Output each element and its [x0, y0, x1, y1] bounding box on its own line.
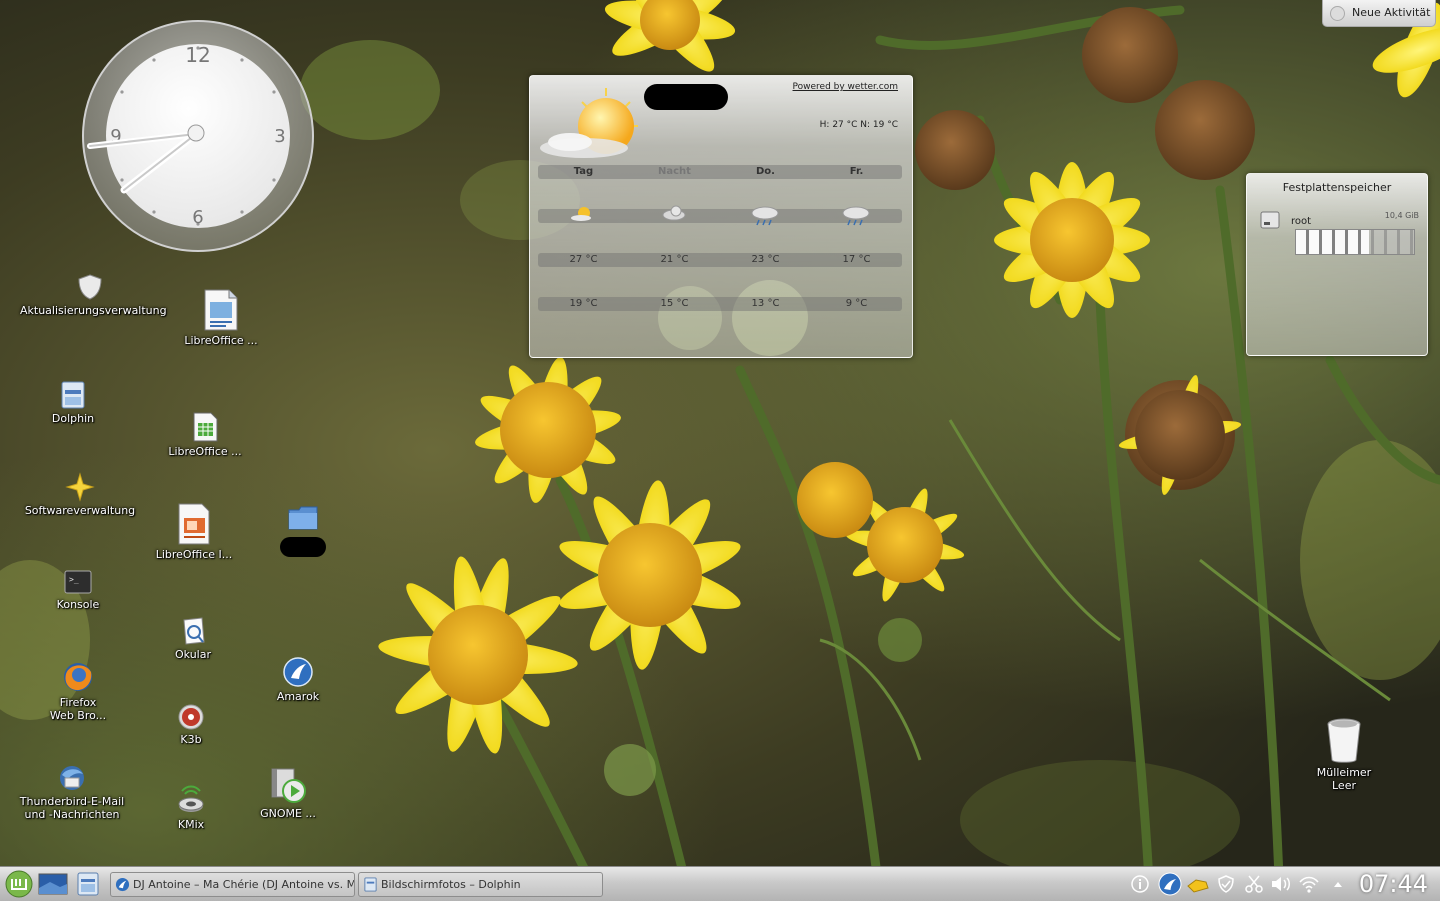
desktop-icon-label: LibreOffice ...	[168, 445, 242, 458]
desktop-icon-dolphin[interactable]: Dolphin	[3, 380, 143, 425]
drive-name: root	[1291, 216, 1312, 227]
desktop-icon-update-manager[interactable]: Aktualisierungsverwaltung	[20, 272, 167, 317]
today-high-low: H: 27 °C N: 19 °C	[819, 120, 898, 130]
desktop-icon-label: Amarok	[276, 690, 320, 703]
drive-size: 10,4 GiB	[1384, 211, 1419, 220]
new-activity-button[interactable]: Neue Aktivität	[1322, 0, 1436, 27]
file-manager-icon	[61, 381, 85, 409]
weather-icon-row	[538, 205, 902, 226]
speaker-icon	[178, 785, 204, 812]
desktop-icon-okular[interactable]: Okular	[123, 616, 263, 661]
desktop-icon-label: K3b	[180, 733, 202, 746]
hard-drive-icon	[1260, 211, 1280, 229]
disk-usage-bar	[1295, 229, 1415, 255]
clock-numeral-12: 12	[185, 43, 210, 67]
analog-clock-widget[interactable]: 12 3 6 9	[80, 18, 316, 254]
weather-widget[interactable]: Powered by wetter.com H: 27 °C N: 19 °C …	[529, 75, 913, 358]
sun-small-icon	[571, 207, 591, 221]
amarok-icon	[115, 877, 130, 892]
media-player-icon	[271, 768, 306, 803]
desktop-icon-konsole[interactable]: >_ Konsole	[8, 568, 148, 611]
weather-col-nacht: Nacht	[658, 166, 691, 177]
desktop-icon-label: Mülleimer Leer	[1316, 766, 1372, 792]
desktop-icon-libreoffice-writer[interactable]: LibreOffice ...	[151, 288, 291, 347]
folder-icon	[288, 506, 318, 530]
new-activity-label: Neue Aktivität	[1352, 6, 1431, 19]
desktop-icon-label: LibreOffice ...	[184, 334, 258, 347]
disk-space-widget[interactable]: Festplattenspeicher root 10,4 GiB	[1246, 173, 1428, 356]
desktop-icon-amarok[interactable]: Amarok	[228, 656, 368, 703]
rain-cloud-icon	[751, 206, 779, 226]
wifi-icon[interactable]	[1298, 874, 1320, 894]
desktop-icon-label: Aktualisierungsverwaltung	[20, 304, 167, 317]
rain-cloud-icon	[842, 206, 870, 226]
digital-clock[interactable]: 07:44	[1359, 869, 1428, 899]
application-launcher-icon[interactable]	[4, 869, 34, 899]
svg-text:>_: >_	[69, 575, 79, 584]
location-redacted	[644, 84, 728, 110]
sun-icon	[540, 88, 638, 158]
weather-col-do: Do.	[756, 166, 775, 177]
desktop-icon-libreoffice-calc[interactable]: LibreOffice ...	[135, 411, 275, 458]
security-shield-icon[interactable]	[1216, 874, 1236, 894]
spreadsheet-icon	[193, 412, 218, 442]
desktop-icon-label: GNOME ...	[260, 807, 316, 820]
activity-icon	[1330, 6, 1345, 21]
libreoffice-document-icon	[204, 289, 238, 331]
high-temp: 23 °C	[751, 254, 780, 265]
weather-high-row: 27 °C 21 °C 23 °C 17 °C	[538, 253, 902, 267]
firefox-icon	[64, 663, 92, 691]
desktop-icon-folder[interactable]	[233, 505, 373, 557]
taskbar-task-dolphin[interactable]: Bildschirmfotos – Dolphin	[358, 872, 603, 897]
taskbar-panel: DJ Antoine – Ma Chérie (DJ Antoine vs. M…	[0, 866, 1440, 901]
disk-widget-title: Festplattenspeicher	[1282, 181, 1392, 194]
clock-numeral-6: 6	[192, 207, 203, 228]
amarok-tray-icon[interactable]	[1158, 872, 1182, 896]
document-viewer-icon	[183, 617, 205, 645]
scissors-icon[interactable]	[1244, 874, 1264, 894]
desktop-icon-trash[interactable]: Mülleimer Leer	[1274, 716, 1414, 792]
amarok-wolf-icon	[283, 657, 313, 687]
low-temp: 13 °C	[751, 298, 780, 309]
dolphin-icon	[364, 877, 377, 892]
volume-icon[interactable]	[1270, 874, 1294, 894]
trash-icon	[1327, 718, 1361, 763]
weather-col-fr: Fr.	[849, 166, 864, 177]
desktop-icon-label: Konsole	[56, 598, 100, 611]
low-temp: 15 °C	[660, 298, 689, 309]
high-temp: 17 °C	[842, 254, 871, 265]
low-temp: 19 °C	[569, 298, 598, 309]
shield-icon	[78, 274, 102, 300]
presentation-icon	[178, 503, 210, 545]
clock-numeral-3: 3	[274, 126, 285, 147]
night-cloud-icon	[662, 205, 686, 221]
tray-expand-arrow-icon[interactable]	[1332, 878, 1344, 890]
low-temp: 9 °C	[845, 298, 868, 309]
file-manager-launcher-icon[interactable]	[75, 871, 101, 897]
disk-free-segments	[1296, 230, 1414, 254]
terminal-icon: >_	[64, 570, 92, 594]
desktop-icon-k3b[interactable]: K3b	[121, 703, 261, 746]
desktop-icon-label: Dolphin	[51, 412, 95, 425]
redacted-label	[280, 537, 326, 557]
system-tray	[1128, 871, 1350, 897]
high-temp: 21 °C	[660, 254, 689, 265]
task-title: Bildschirmfotos – Dolphin	[381, 878, 521, 891]
star-icon	[65, 472, 95, 502]
weather-low-row: 19 °C 15 °C 13 °C 9 °C	[538, 297, 902, 311]
weather-col-tag: Tag	[573, 166, 594, 177]
task-title: DJ Antoine – Ma Chérie (DJ Antoine vs. M…	[133, 878, 355, 891]
show-desktop-icon[interactable]	[38, 873, 68, 895]
weather-provider-link[interactable]: Powered by wetter.com	[793, 82, 898, 92]
thunderbird-icon	[60, 766, 84, 790]
desktop-icon-gnome[interactable]: GNOME ...	[218, 767, 358, 820]
weather-header-row: Tag Nacht Do. Fr.	[538, 165, 902, 179]
taskbar-task-amarok[interactable]: DJ Antoine – Ma Chérie (DJ Antoine vs. M…	[110, 872, 355, 897]
clipboard-hand-icon[interactable]	[1186, 874, 1210, 894]
high-temp: 27 °C	[569, 254, 598, 265]
disc-burner-icon	[178, 704, 204, 730]
info-icon[interactable]	[1130, 874, 1150, 894]
